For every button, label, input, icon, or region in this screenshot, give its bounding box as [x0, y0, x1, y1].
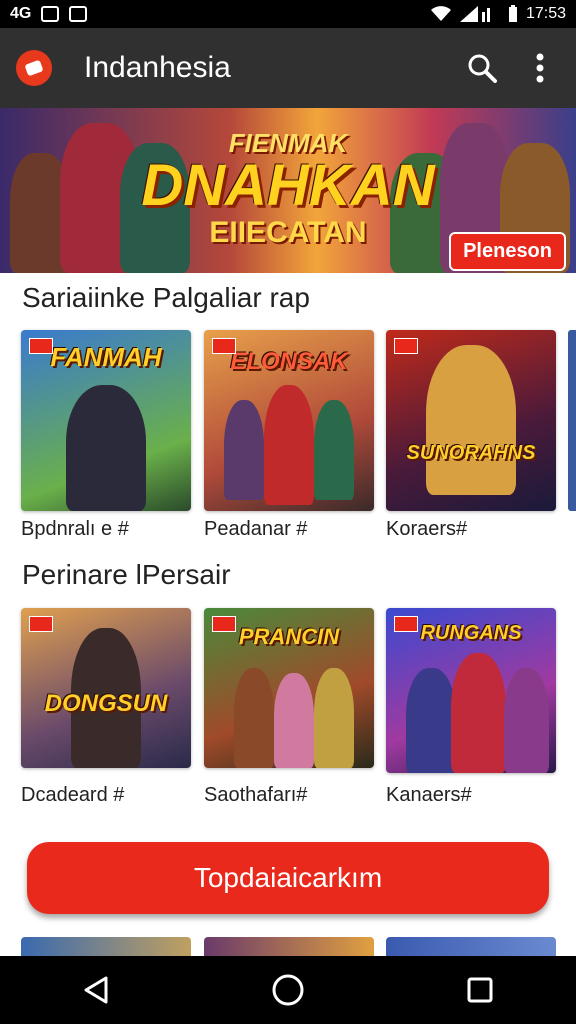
game-card[interactable]: PRANCIN	[204, 608, 374, 768]
next-row-card[interactable]	[386, 937, 556, 957]
game-card[interactable]: FANMAH	[21, 330, 191, 511]
card-character	[234, 668, 274, 768]
banner-title: DNAHKAN	[141, 153, 435, 218]
navigation-bar	[0, 956, 576, 1024]
clock: 17:53	[525, 5, 566, 22]
game-card[interactable]: SUNORAHNS	[386, 330, 556, 511]
card-badge	[29, 616, 53, 632]
signal-icon	[459, 6, 490, 22]
notification-icon	[41, 6, 60, 22]
card-label: Saothafarı#	[204, 784, 308, 806]
image-notification-icon	[69, 6, 88, 22]
card-character	[504, 668, 549, 773]
card-character	[314, 668, 354, 768]
app-bar: Indanhesia	[0, 28, 576, 108]
card-character	[274, 673, 314, 768]
card-character	[224, 400, 264, 500]
card-label: Koraers#	[386, 518, 468, 540]
card-badge	[212, 616, 236, 632]
card-label: Bpdnralı e #	[21, 518, 129, 540]
card-badge	[394, 616, 418, 632]
card-art-title: SUNORAHNS	[406, 442, 536, 464]
card-badge	[29, 338, 53, 354]
battery-icon	[508, 5, 517, 22]
card-character	[406, 668, 456, 773]
game-card[interactable]: ELONSAK	[204, 330, 374, 511]
card-character	[264, 385, 314, 505]
card-badge	[212, 338, 236, 354]
status-bar: 4G 17:53	[0, 0, 576, 28]
more-vert-icon[interactable]	[520, 48, 560, 88]
home-icon[interactable]	[258, 960, 318, 1020]
search-icon[interactable]	[462, 48, 502, 88]
next-row-card[interactable]	[21, 937, 191, 957]
card-label: Dcadeard #	[21, 784, 125, 806]
app-title: Indanhesia	[84, 51, 231, 84]
section-title: Perinare lPersair	[22, 559, 231, 590]
back-icon[interactable]	[66, 960, 126, 1020]
game-card[interactable]: DONGSUN	[21, 608, 191, 768]
primary-cta-button[interactable]: Topdaiaicarkım	[27, 842, 549, 914]
section-title: Sariaiinke Palgaliar rap	[22, 282, 310, 313]
hero-banner[interactable]: FIENMAK DNAHKAN EIIECATAN Pleneson	[0, 108, 576, 273]
game-card[interactable]: RUNGANS	[386, 608, 556, 773]
card-badge	[394, 338, 418, 354]
next-row-card[interactable]	[204, 937, 374, 957]
next-card-peek[interactable]	[568, 330, 576, 511]
card-character	[66, 385, 146, 511]
app-logo-icon[interactable]	[16, 50, 52, 86]
wifi-icon	[430, 6, 451, 21]
card-character	[451, 653, 506, 773]
card-label: Kanaers#	[386, 784, 472, 806]
recents-icon[interactable]	[450, 960, 510, 1020]
card-art-title: DONGSUN	[44, 690, 168, 717]
banner-button[interactable]: Pleneson	[449, 232, 566, 271]
network-indicator: 4G	[10, 5, 32, 22]
card-label: Peadanar #	[204, 518, 308, 540]
card-character	[314, 400, 354, 500]
card-character	[426, 345, 516, 495]
